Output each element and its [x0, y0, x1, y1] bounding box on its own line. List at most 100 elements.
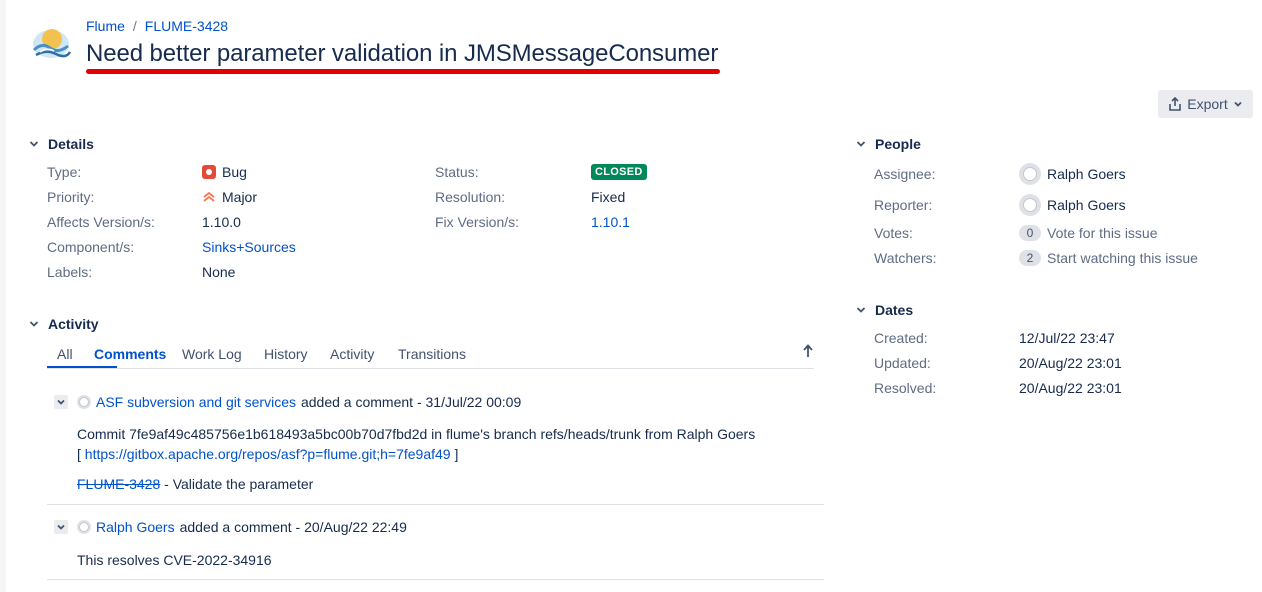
avatar	[77, 520, 91, 534]
people-heading: People	[875, 136, 921, 152]
breadcrumb-project-link[interactable]: Flume	[86, 18, 125, 34]
comment-collapse-toggle[interactable]	[54, 395, 68, 409]
vote-link[interactable]: Vote for this issue	[1047, 225, 1158, 241]
comment-text: Commit 7fe9af49c485756e1b618493a5bc00b70…	[77, 426, 756, 442]
comment-author-link[interactable]: ASF subversion and git services	[96, 394, 296, 410]
assignee-name: Ralph Goers	[1047, 166, 1126, 182]
activity-heading: Activity	[48, 316, 99, 332]
resolved-value: 20/Aug/22 23:01	[1019, 380, 1122, 396]
comment-divider	[47, 579, 824, 580]
reporter-value[interactable]: Ralph Goers	[1019, 194, 1126, 216]
comment-author-link[interactable]: Ralph Goers	[96, 519, 175, 535]
export-button[interactable]: Export	[1158, 90, 1253, 118]
resolution-value: Fixed	[591, 189, 626, 205]
share-icon	[1169, 97, 1182, 111]
sort-arrow-up-icon[interactable]	[802, 343, 814, 359]
chevron-down-icon	[855, 304, 867, 316]
status-value: CLOSED	[591, 164, 647, 180]
dates-heading: Dates	[875, 302, 914, 318]
created-value: 12/Jul/22 23:47	[1019, 330, 1115, 346]
comment-meta: added a comment - 31/Jul/22 00:09	[300, 394, 522, 410]
votes-value: 0 Vote for this issue	[1019, 225, 1158, 241]
updated-value: 20/Aug/22 23:01	[1019, 355, 1122, 371]
avatar	[77, 395, 91, 409]
reporter-label: Reporter:	[874, 197, 933, 213]
breadcrumb: Flume / FLUME-3428	[86, 17, 228, 35]
votes-label: Votes:	[874, 225, 913, 241]
comment-header: ASF subversion and git services added a …	[77, 394, 521, 410]
status-label: Status:	[435, 164, 479, 180]
page-title: Need better parameter validation in JMSM…	[86, 40, 719, 67]
chevron-down-icon	[855, 138, 867, 150]
votes-count: 0	[1019, 225, 1041, 241]
title-highlight-underline	[86, 69, 720, 74]
watchers-label: Watchers:	[874, 250, 937, 266]
tab-activity[interactable]: Activity	[330, 346, 374, 362]
comment-text: This resolves CVE-2022-34916	[77, 552, 272, 568]
commit-link[interactable]: https://gitbox.apache.org/repos/asf?p=fl…	[85, 446, 451, 462]
comment-ref-line: FLUME-3428 - Validate the parameter	[77, 476, 313, 492]
breadcrumb-separator: /	[132, 18, 137, 34]
issue-ref-link[interactable]: FLUME-3428	[77, 476, 160, 492]
chevron-down-icon	[28, 318, 40, 330]
left-edge	[0, 0, 6, 592]
avatar	[1019, 194, 1041, 216]
people-header[interactable]: People	[855, 136, 921, 152]
tab-transitions[interactable]: Transitions	[398, 346, 466, 362]
watch-link[interactable]: Start watching this issue	[1047, 250, 1198, 266]
fix-version-link[interactable]: 1.10.1	[591, 214, 630, 230]
activity-tabs: All Comments Work Log History Activity T…	[47, 344, 814, 369]
details-header[interactable]: Details	[28, 136, 94, 152]
component-label: Component/s:	[47, 239, 135, 255]
component-link[interactable]: Sinks+Sources	[202, 239, 296, 255]
assignee-value[interactable]: Ralph Goers	[1019, 163, 1126, 185]
resolution-label: Resolution:	[435, 189, 506, 205]
priority-value: Major	[202, 189, 257, 205]
assignee-label: Assignee:	[874, 166, 936, 182]
updated-label: Updated:	[874, 355, 931, 371]
resolved-label: Resolved:	[874, 380, 937, 396]
watchers-value: 2 Start watching this issue	[1019, 250, 1198, 266]
details-heading: Details	[48, 136, 94, 152]
comment-meta: added a comment - 20/Aug/22 22:49	[179, 519, 407, 535]
priority-text: Major	[222, 189, 258, 205]
status-badge: CLOSED	[591, 164, 647, 180]
priority-label: Priority:	[47, 189, 95, 205]
comment-collapse-toggle[interactable]	[54, 520, 68, 534]
chevron-down-icon	[1234, 101, 1242, 107]
labels-label: Labels:	[47, 264, 93, 280]
bracket-close: ]	[454, 446, 459, 462]
component-value: Sinks+Sources	[202, 239, 296, 255]
labels-value: None	[202, 264, 236, 280]
bracket-open: [	[77, 446, 81, 462]
project-logo[interactable]	[28, 22, 74, 62]
fix-version-value: 1.10.1	[591, 214, 630, 230]
tab-comments[interactable]: Comments	[94, 346, 166, 362]
comment-link-line: [ https://gitbox.apache.org/repos/asf?p=…	[77, 446, 458, 462]
comment-header: Ralph Goers added a comment - 20/Aug/22 …	[77, 519, 407, 535]
avatar	[1019, 163, 1041, 185]
fix-version-label: Fix Version/s:	[435, 214, 520, 230]
type-label: Type:	[47, 164, 82, 180]
priority-major-icon	[203, 191, 215, 202]
breadcrumb-issue-link[interactable]: FLUME-3428	[145, 18, 228, 34]
tab-history[interactable]: History	[264, 346, 308, 362]
type-value: Bug	[202, 164, 247, 180]
affects-version-value: 1.10.0	[202, 214, 241, 230]
affects-version-label: Affects Version/s:	[47, 214, 155, 230]
reporter-name: Ralph Goers	[1047, 197, 1126, 213]
tab-all[interactable]: All	[57, 346, 73, 362]
issue-ref-text: - Validate the parameter	[164, 476, 314, 492]
chevron-down-icon	[57, 524, 65, 530]
export-label: Export	[1187, 96, 1228, 112]
issue-page: Flume / FLUME-3428 Need better parameter…	[0, 0, 1262, 592]
tab-work-log[interactable]: Work Log	[182, 346, 242, 362]
created-label: Created:	[874, 330, 928, 346]
chevron-down-icon	[57, 399, 65, 405]
comment-divider	[47, 504, 824, 505]
type-text: Bug	[222, 164, 247, 180]
activity-header[interactable]: Activity	[28, 316, 99, 332]
watchers-count: 2	[1019, 250, 1041, 266]
dates-header[interactable]: Dates	[855, 302, 913, 318]
chevron-down-icon	[28, 138, 40, 150]
